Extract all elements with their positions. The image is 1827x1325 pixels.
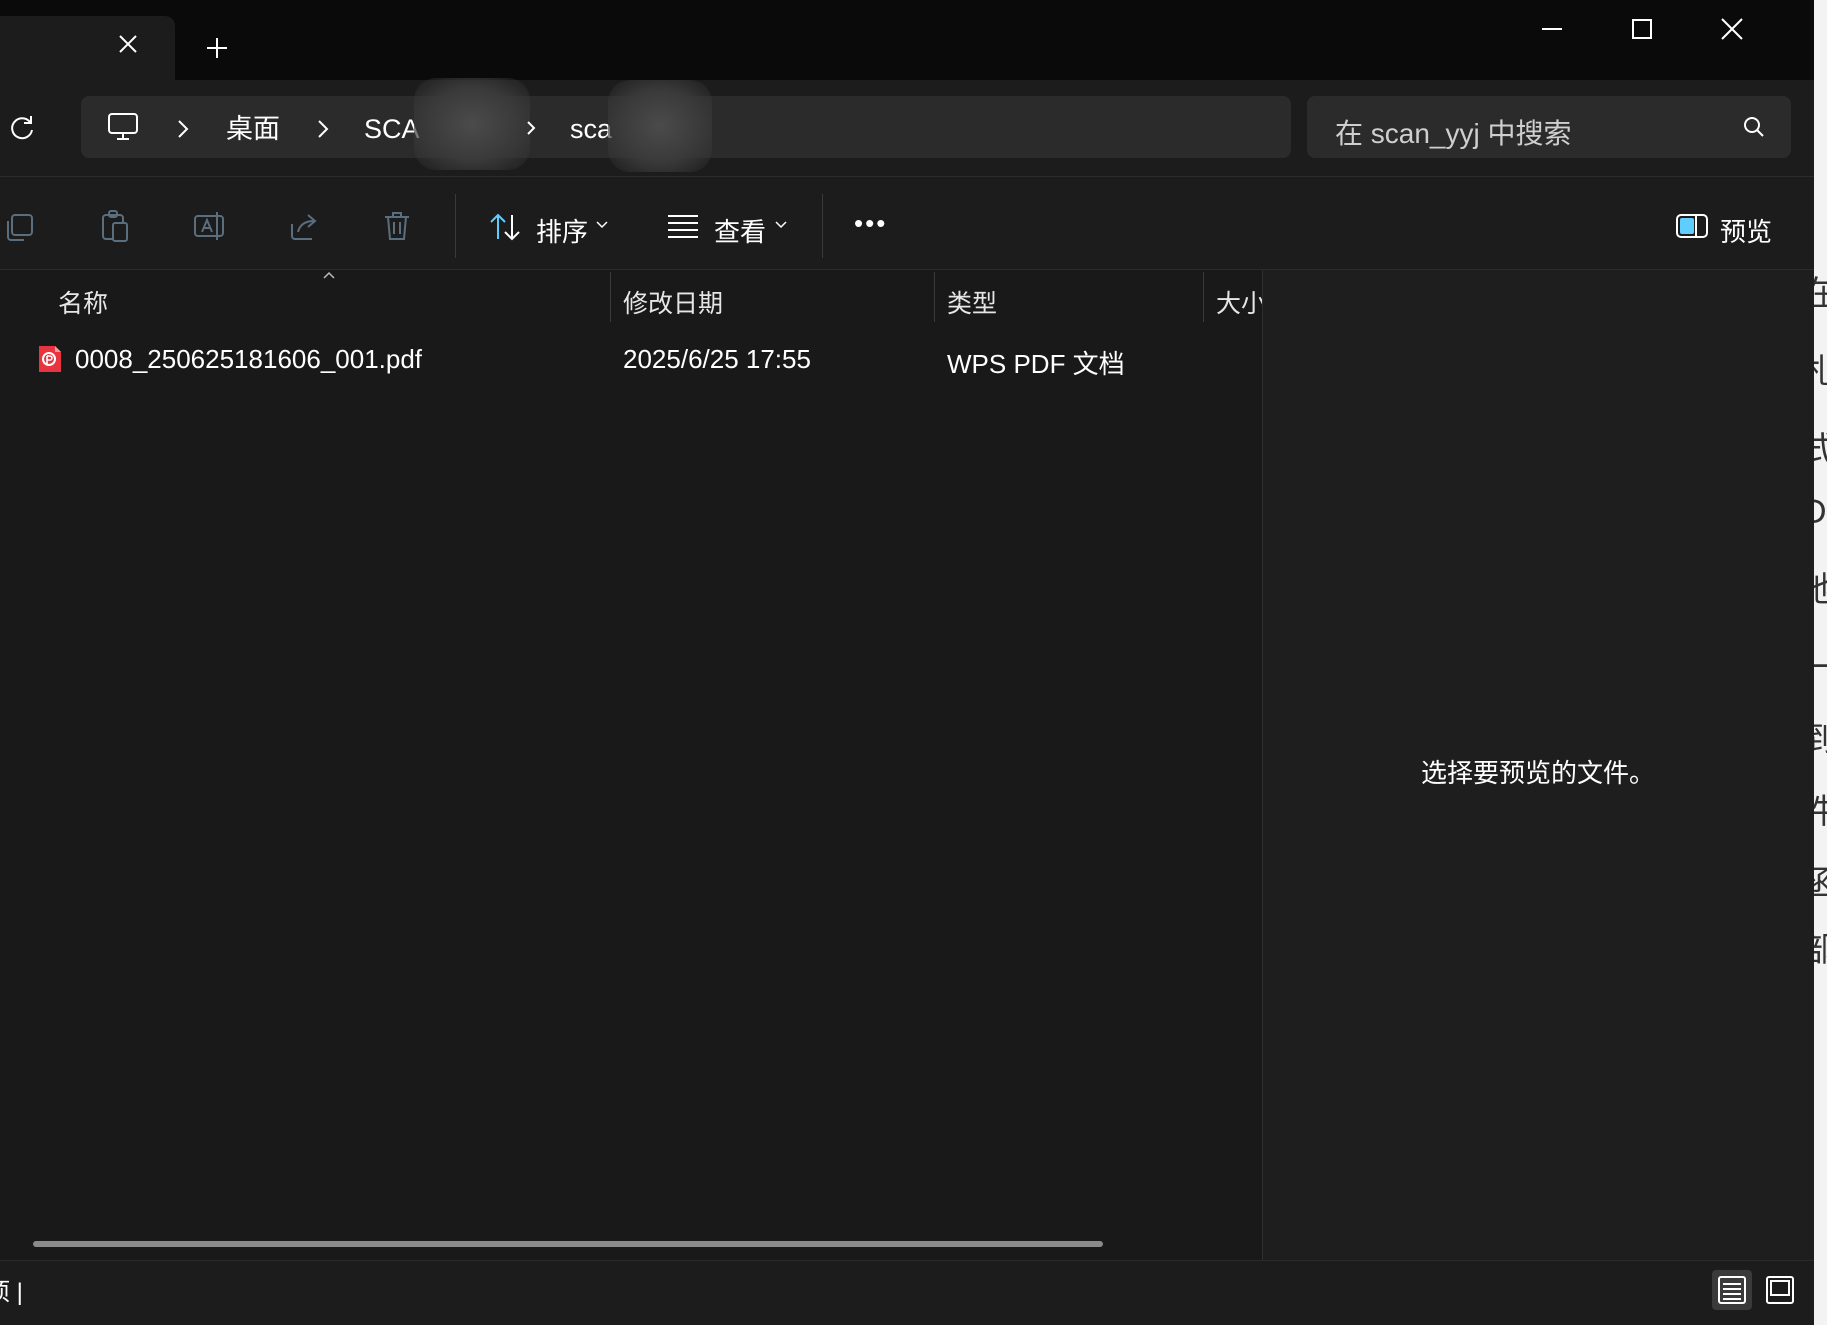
preview-pane-icon[interactable] [1675, 213, 1709, 239]
tab-close-icon[interactable] [118, 34, 138, 54]
background-text: 在 [1814, 266, 1827, 315]
chevron-down-icon[interactable] [596, 220, 608, 230]
maximize-icon[interactable] [1631, 18, 1653, 40]
chevron-right-icon[interactable] [316, 118, 330, 140]
title-bar [0, 0, 1814, 80]
preview-button-label[interactable]: 预览 [1720, 212, 1772, 249]
file-name[interactable]: 0008_250625181606_001.pdf [75, 344, 422, 375]
details-view-button[interactable] [1712, 1270, 1752, 1310]
delete-icon[interactable] [382, 210, 412, 242]
background-text: 函 [1814, 856, 1827, 905]
chevron-right-icon[interactable] [176, 118, 190, 140]
share-icon[interactable] [288, 210, 322, 242]
command-bar [0, 177, 1814, 270]
status-item-count: 项 | [0, 1279, 23, 1306]
preview-message: 选择要预览的文件。 [1420, 758, 1655, 788]
column-header-name[interactable]: 名称 [58, 284, 108, 320]
horizontal-scrollbar[interactable] [33, 1241, 1103, 1247]
column-header-type[interactable]: 类型 [947, 284, 997, 320]
column-header-size[interactable]: 大小 [1216, 290, 1262, 318]
active-tab[interactable] [0, 16, 175, 80]
background-text: 他 [1814, 562, 1827, 611]
window-close-icon[interactable] [1721, 18, 1743, 40]
large-icons-view-button[interactable] [1760, 1270, 1800, 1310]
paste-icon[interactable] [99, 209, 131, 243]
column-divider[interactable] [1203, 272, 1204, 322]
file-type: WPS PDF 文档 [947, 349, 1125, 379]
sort-icon[interactable] [488, 211, 522, 243]
column-header-date[interactable]: 修改日期 [623, 284, 723, 320]
column-divider[interactable] [934, 272, 935, 322]
pdf-file-icon [36, 344, 64, 374]
minimize-icon[interactable] [1541, 18, 1563, 40]
computer-icon[interactable] [107, 112, 139, 142]
refresh-icon[interactable] [8, 114, 36, 142]
sort-ascending-caret-icon [322, 270, 336, 280]
toolbar-separator [822, 194, 823, 258]
background-text: 式 [1814, 422, 1827, 471]
background-text: 件 [1814, 784, 1827, 833]
toolbar-separator [455, 194, 456, 258]
rename-icon[interactable] [193, 210, 227, 242]
status-bar [0, 1260, 1814, 1316]
background-text: 一 [1814, 640, 1827, 689]
breadcrumb-current-folder[interactable]: sca [570, 112, 612, 146]
background-text: 部 [1814, 922, 1827, 971]
redacted-blur [414, 78, 530, 170]
chevron-down-icon[interactable] [775, 220, 787, 230]
sort-button-label[interactable]: 排序 [536, 212, 588, 249]
column-divider[interactable] [610, 272, 611, 322]
file-date: 2025/6/25 17:55 [623, 344, 811, 374]
redacted-blur [608, 80, 712, 172]
view-button-label[interactable]: 查看 [714, 212, 766, 249]
background-window-edge: 在 札 式 DF 他 一 到 件 函 部 [1814, 0, 1827, 1325]
search-placeholder[interactable]: 在 scan_yyj 中搜索 [1335, 112, 1572, 152]
more-options-button[interactable]: ••• [854, 208, 887, 239]
file-list[interactable] [0, 270, 1262, 1260]
view-icon[interactable] [666, 213, 700, 239]
chevron-right-icon[interactable] [526, 120, 536, 136]
new-tab-plus-icon[interactable] [205, 36, 229, 60]
breadcrumb-desktop[interactable]: 桌面 [226, 112, 280, 146]
breadcrumb-sca-folder[interactable]: SCA [364, 112, 420, 146]
background-text: 到 [1814, 712, 1827, 761]
copy-icon[interactable] [4, 211, 36, 243]
background-text: DF [1814, 493, 1827, 531]
background-text: 札 [1814, 344, 1827, 393]
search-icon[interactable] [1742, 115, 1766, 139]
